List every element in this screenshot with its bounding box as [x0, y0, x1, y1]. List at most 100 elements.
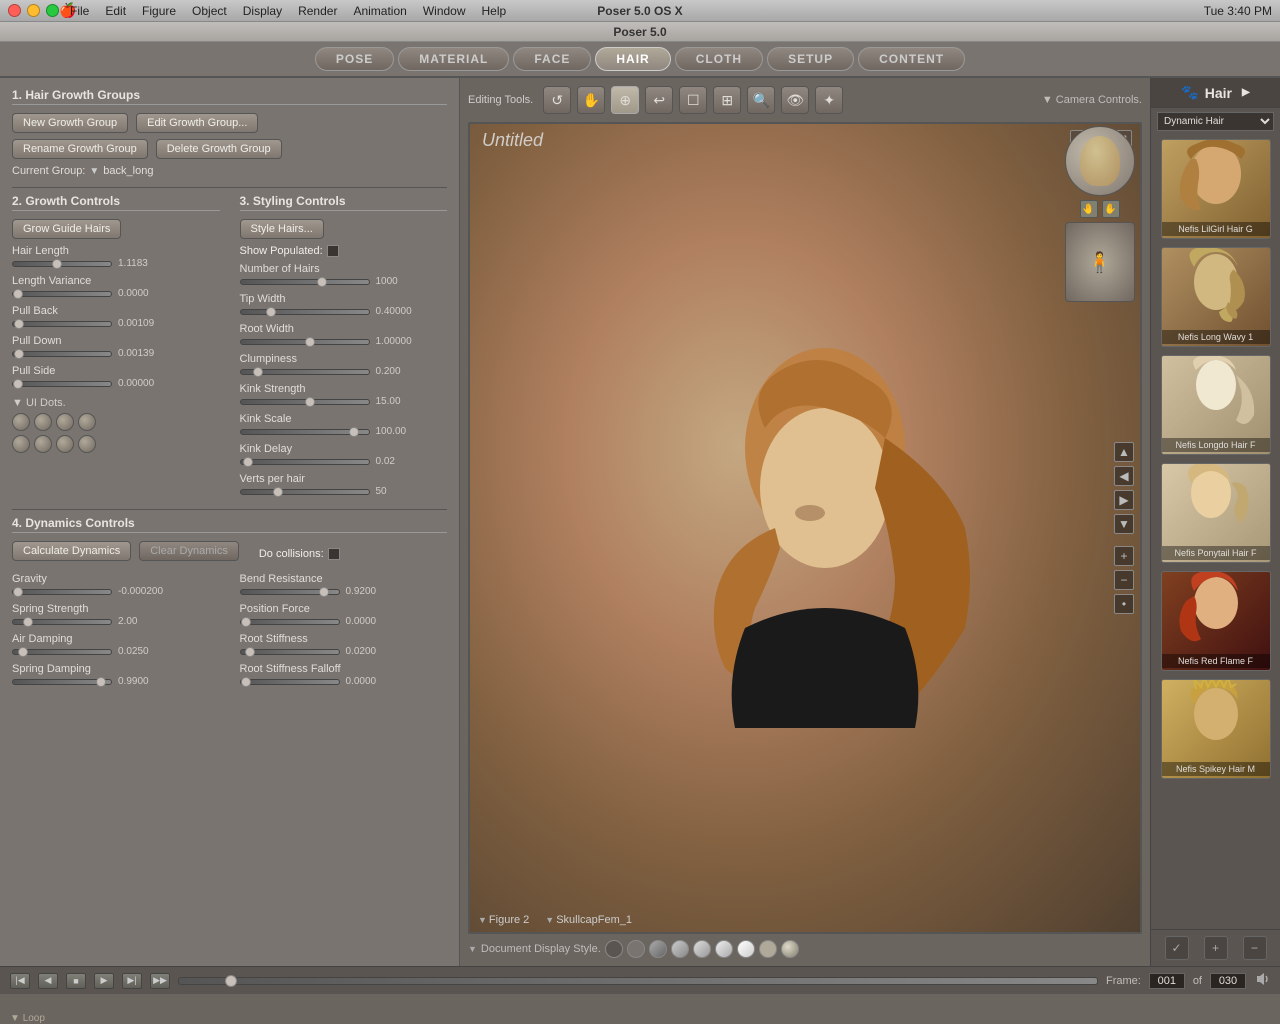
tab-content[interactable]: CONTENT [858, 47, 965, 71]
bend-resistance-slider[interactable] [240, 589, 340, 595]
ds-dot-5[interactable] [693, 940, 711, 958]
nav-btn-4[interactable]: ▼ [1114, 514, 1134, 534]
do-collisions-checkbox[interactable] [328, 548, 340, 560]
ui-dot-1[interactable] [12, 413, 30, 431]
hand-left-icon[interactable]: 🤚 [1080, 200, 1098, 218]
menu-render[interactable]: Render [298, 4, 337, 18]
kink-strength-slider[interactable] [240, 399, 370, 405]
close-button[interactable] [8, 4, 21, 17]
tool-rotate[interactable]: ↺ [543, 86, 571, 114]
total-frames-input[interactable] [1210, 973, 1246, 989]
edit-growth-group-button[interactable]: Edit Growth Group... [136, 113, 258, 133]
tool-hand[interactable]: ✋ [577, 86, 605, 114]
hair-thumb-5[interactable]: Nefis Red Flame F [1161, 571, 1271, 671]
ds-dot-1[interactable] [605, 940, 623, 958]
delete-growth-group-button[interactable]: Delete Growth Group [156, 139, 282, 159]
verts-per-hair-slider[interactable] [240, 489, 370, 495]
hair-panel-arrow[interactable]: ▶ [1242, 87, 1250, 98]
speaker-icon[interactable] [1254, 971, 1270, 990]
new-growth-group-button[interactable]: New Growth Group [12, 113, 128, 133]
ds-dot-2[interactable] [627, 940, 645, 958]
hair-length-slider[interactable] [12, 261, 112, 267]
root-width-slider[interactable] [240, 339, 370, 345]
air-damping-slider[interactable] [12, 649, 112, 655]
play-stop-button[interactable]: ■ [66, 973, 86, 989]
pull-back-slider[interactable] [12, 321, 112, 327]
ui-dot-8[interactable] [78, 435, 96, 453]
menu-display[interactable]: Display [243, 4, 282, 18]
ui-dot-5[interactable] [12, 435, 30, 453]
tab-pose[interactable]: POSE [315, 47, 394, 71]
menu-file[interactable]: File [70, 4, 89, 18]
tool-translate[interactable]: ⊕ [611, 86, 639, 114]
nav-btn-1[interactable]: ▲ [1114, 442, 1134, 462]
plus-icon[interactable]: + [1204, 936, 1228, 960]
tool-group[interactable]: ⊞ [713, 86, 741, 114]
tool-eye[interactable]: 👁 [781, 86, 809, 114]
pull-side-slider[interactable] [12, 381, 112, 387]
figure-selector[interactable]: ▼ Figure 2 [478, 914, 529, 926]
gravity-slider[interactable] [12, 589, 112, 595]
menu-animation[interactable]: Animation [353, 4, 406, 18]
ui-dot-7[interactable] [56, 435, 74, 453]
nav-btn-zoom-out[interactable]: − [1114, 570, 1134, 590]
menu-window[interactable]: Window [423, 4, 466, 18]
menu-edit[interactable]: Edit [105, 4, 126, 18]
ds-dot-4[interactable] [671, 940, 689, 958]
kink-scale-slider[interactable] [240, 429, 370, 435]
ds-dot-8[interactable] [759, 940, 777, 958]
ds-dot-6[interactable] [715, 940, 733, 958]
tool-star[interactable]: ✦ [815, 86, 843, 114]
hand-right-icon[interactable]: ✋ [1102, 200, 1120, 218]
grow-guide-hairs-button[interactable]: Grow Guide Hairs [12, 219, 121, 239]
rename-growth-group-button[interactable]: Rename Growth Group [12, 139, 148, 159]
root-stiffness-falloff-slider[interactable] [240, 679, 340, 685]
play-end-button[interactable]: ▶▶ [150, 973, 170, 989]
tool-zoom[interactable]: 🔍 [747, 86, 775, 114]
clumpiness-slider[interactable] [240, 369, 370, 375]
minimize-button[interactable] [27, 4, 40, 17]
hair-thumb-6[interactable]: Nefis Spikey Hair M [1161, 679, 1271, 779]
menu-object[interactable]: Object [192, 4, 227, 18]
ds-dot-3[interactable] [649, 940, 667, 958]
spring-damping-slider[interactable] [12, 679, 112, 685]
ds-dot-7[interactable] [737, 940, 755, 958]
style-hairs-button[interactable]: Style Hairs... [240, 219, 324, 239]
tip-width-slider[interactable] [240, 309, 370, 315]
window-controls[interactable] [8, 4, 59, 17]
position-force-slider[interactable] [240, 619, 340, 625]
num-hairs-slider[interactable] [240, 279, 370, 285]
timeline-slider[interactable] [178, 977, 1098, 985]
hair-thumb-3[interactable]: Nefis Longdo Hair F [1161, 355, 1271, 455]
check-icon[interactable]: ✓ [1165, 936, 1189, 960]
ds-dot-active[interactable] [781, 940, 799, 958]
ui-dot-2[interactable] [34, 413, 52, 431]
spring-strength-slider[interactable] [12, 619, 112, 625]
tab-cloth[interactable]: CLOTH [675, 47, 763, 71]
hair-thumb-4[interactable]: Nefis Ponytail Hair F [1161, 463, 1271, 563]
hair-thumb-1[interactable]: Nefis LilGirl Hair G [1161, 139, 1271, 239]
skullcap-selector[interactable]: ▼ SkullcapFem_1 [545, 914, 632, 926]
play-start-button[interactable]: |◀ [10, 973, 30, 989]
tab-face[interactable]: FACE [513, 47, 591, 71]
menu-help[interactable]: Help [482, 4, 507, 18]
ui-dot-4[interactable] [78, 413, 96, 431]
maximize-button[interactable] [46, 4, 59, 17]
kink-delay-slider[interactable] [240, 459, 370, 465]
tab-material[interactable]: MATERIAL [398, 47, 509, 71]
dynamic-hair-select[interactable]: Dynamic Hair [1157, 112, 1274, 131]
minus-icon[interactable]: − [1243, 936, 1267, 960]
tab-hair[interactable]: HAIR [595, 47, 670, 71]
nav-btn-dot[interactable]: • [1114, 594, 1134, 614]
ui-dot-6[interactable] [34, 435, 52, 453]
calculate-dynamics-button[interactable]: Calculate Dynamics [12, 541, 131, 561]
show-populated-checkbox[interactable] [327, 245, 339, 257]
tool-select[interactable]: ☐ [679, 86, 707, 114]
length-variance-slider[interactable] [12, 291, 112, 297]
tool-undo[interactable]: ↩ [645, 86, 673, 114]
current-frame-input[interactable] [1149, 973, 1185, 989]
clear-dynamics-button[interactable]: Clear Dynamics [139, 541, 239, 561]
menu-figure[interactable]: Figure [142, 4, 176, 18]
hair-thumb-2[interactable]: Nefis Long Wavy 1 [1161, 247, 1271, 347]
play-next-button[interactable]: ▶| [122, 973, 142, 989]
